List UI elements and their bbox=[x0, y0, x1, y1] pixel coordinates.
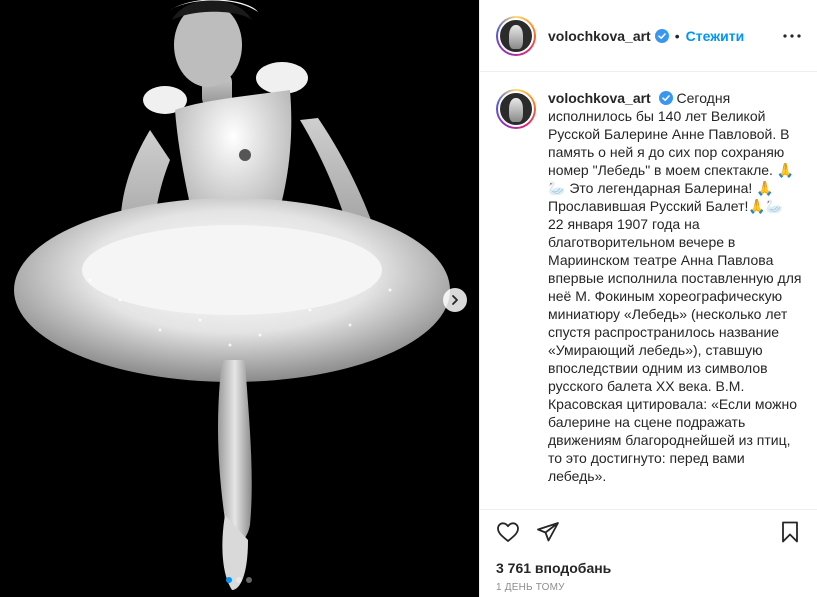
ballerina-photo bbox=[0, 0, 479, 597]
chevron-right-icon bbox=[452, 295, 458, 305]
verified-badge-icon bbox=[658, 91, 673, 105]
more-options-icon[interactable] bbox=[782, 26, 802, 46]
heart-icon[interactable] bbox=[496, 520, 520, 544]
bookmark-icon[interactable] bbox=[778, 520, 802, 544]
separator: • bbox=[674, 27, 680, 44]
paper-plane-icon[interactable] bbox=[536, 520, 560, 544]
verified-badge-icon bbox=[654, 28, 669, 43]
post-header: volochkova_art • Стежити bbox=[480, 0, 817, 72]
carousel-next-button[interactable] bbox=[443, 288, 467, 312]
caption-text: Сегодня исполнилось бы 140 лет Великой Р… bbox=[548, 90, 802, 484]
carousel-dot bbox=[236, 577, 242, 583]
post-actions: 3 761 вподобань 1 ДЕНЬ ТОМУ bbox=[480, 509, 817, 597]
post-timestamp[interactable]: 1 ДЕНЬ ТОМУ bbox=[496, 582, 565, 593]
carousel-dot bbox=[246, 577, 252, 583]
caption-username-link[interactable]: volochkova_art bbox=[548, 90, 651, 106]
username-link[interactable]: volochkova_art bbox=[548, 28, 651, 44]
caption-section: volochkova_art Сегодня исполнилось бы 14… bbox=[480, 73, 817, 509]
carousel-dot bbox=[226, 577, 232, 583]
avatar[interactable] bbox=[496, 15, 536, 56]
likes-count[interactable]: 3 761 вподобань bbox=[496, 560, 611, 576]
caption: volochkova_art Сегодня исполнилось бы 14… bbox=[548, 89, 802, 509]
post-media[interactable] bbox=[0, 0, 479, 597]
carousel-indicator bbox=[226, 577, 252, 583]
avatar[interactable] bbox=[496, 89, 536, 129]
instagram-post: volochkova_art • Стежити volochkova_art bbox=[0, 0, 817, 597]
post-sidebar: volochkova_art • Стежити volochkova_art bbox=[479, 0, 817, 597]
follow-button[interactable]: Стежити bbox=[686, 28, 745, 44]
